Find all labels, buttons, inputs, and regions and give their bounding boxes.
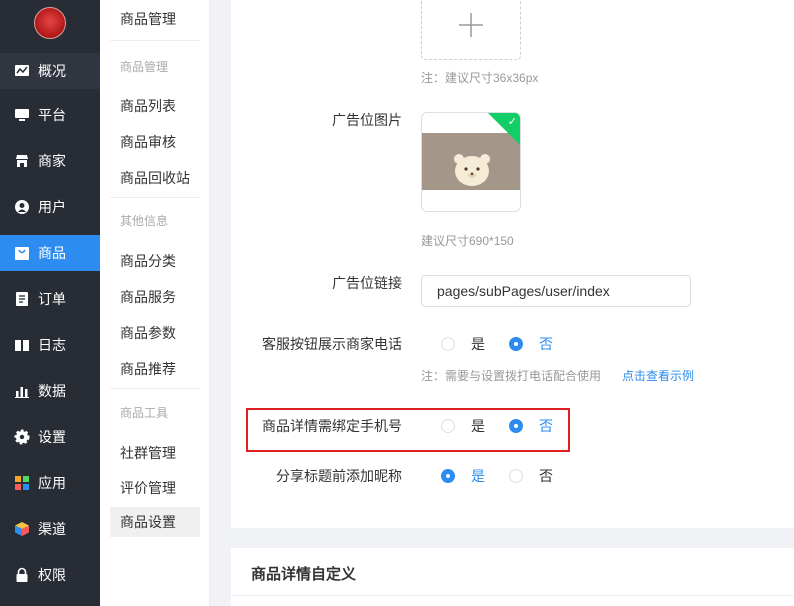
radio-dot: [441, 337, 455, 351]
sub-nav-group-label: 商品管理: [120, 60, 169, 74]
sub-nav-item-goods-list[interactable]: 商品列表: [120, 96, 176, 116]
ad-link-input[interactable]: pages/subPages/user/index: [421, 275, 691, 307]
nav-item-overview[interactable]: 概况: [0, 53, 100, 89]
radio-dot: [509, 469, 523, 483]
nav-item-log[interactable]: 日志: [0, 327, 100, 363]
nav-item-goods[interactable]: 商品: [0, 235, 100, 271]
nav-item-user[interactable]: 用户: [0, 189, 100, 225]
nav-item-settings[interactable]: 设置: [0, 419, 100, 455]
detail-custom-card: 商品详情自定义: [231, 548, 794, 606]
share-nick-label: 分享标题前添加昵称: [276, 468, 402, 484]
nav-item-label: 商家: [38, 153, 66, 169]
logo-area: [0, 0, 100, 46]
service-phone-yes-radio[interactable]: 是: [441, 334, 485, 354]
goods-icon: [14, 245, 30, 261]
radio-dot: [509, 337, 523, 351]
share-nick-yes-radio[interactable]: 是: [441, 466, 485, 486]
sub-nav-title: 商品管理: [120, 11, 176, 27]
radio-label: 是: [471, 468, 485, 484]
ad-image-label: 广告位图片: [332, 112, 402, 128]
overview-icon: [14, 63, 30, 79]
nav-item-label: 商品: [38, 245, 66, 261]
sub-nav: 商品管理 商品管理 商品列表 商品审核 商品回收站 其他信息 商品分类 商品服务…: [100, 0, 210, 606]
sub-nav-item-goods-review[interactable]: 商品审核: [120, 132, 176, 152]
check-icon: ✓: [507, 116, 517, 128]
nav-item-label: 日志: [38, 337, 66, 353]
icon-upload-box[interactable]: [421, 0, 521, 60]
nav-item-label: 设置: [38, 429, 66, 445]
radio-dot: [441, 469, 455, 483]
sub-nav-item-recommend[interactable]: 商品推荐: [120, 359, 176, 379]
platform-icon: [14, 107, 30, 123]
merchant-icon: [14, 153, 30, 169]
divider: [231, 595, 794, 596]
sub-nav-item-community[interactable]: 社群管理: [120, 443, 176, 463]
plus-icon: [459, 13, 483, 37]
sub-nav-item-recycle-bin[interactable]: 商品回收站: [120, 168, 190, 188]
nav-item-label: 数据: [38, 383, 66, 399]
nav-item-merchant[interactable]: 商家: [0, 143, 100, 179]
nav-item-order[interactable]: 订单: [0, 281, 100, 317]
nav-item-label: 权限: [38, 567, 66, 583]
nav-item-label: 概况: [38, 63, 66, 79]
nav-item-label: 渠道: [38, 521, 66, 537]
sub-nav-group-label: 其他信息: [120, 214, 169, 228]
radio-label: 否: [539, 468, 553, 484]
ad-link-label: 广告位链接: [332, 275, 402, 291]
nav-item-apps[interactable]: 应用: [0, 465, 100, 501]
radio-label: 否: [539, 336, 553, 352]
apps-icon: [14, 475, 30, 491]
sub-nav-item-params[interactable]: 商品参数: [120, 323, 176, 343]
order-icon: [14, 291, 30, 307]
icon-size-hint: 注：建议尺寸36x36px: [421, 71, 539, 85]
nav-item-channel[interactable]: 渠道: [0, 511, 100, 547]
nav-item-platform[interactable]: 平台: [0, 97, 100, 133]
settings-icon: [14, 429, 30, 445]
user-icon: [14, 199, 30, 215]
ad-image-size-hint: 建议尺寸690*150: [421, 234, 514, 248]
nav-item-label: 应用: [38, 475, 66, 491]
highlight-box: [246, 408, 570, 452]
nav-item-data[interactable]: 数据: [0, 373, 100, 409]
divider: [110, 388, 200, 389]
section-title: 商品详情自定义: [251, 566, 357, 583]
sub-nav-group-label: 商品工具: [120, 406, 169, 420]
ad-image-thumbnail[interactable]: ✓: [421, 112, 521, 212]
nav-item-label: 用户: [38, 199, 66, 215]
divider: [110, 197, 200, 198]
lock-icon: [14, 567, 30, 583]
service-phone-label: 客服按钮展示商家电话: [262, 336, 402, 352]
log-icon: [14, 337, 30, 353]
sub-nav-item-reviews[interactable]: 评价管理: [120, 478, 176, 498]
nav-item-label: 订单: [38, 291, 66, 307]
sub-nav-item-goods-settings[interactable]: 商品设置: [110, 507, 200, 537]
service-phone-no-radio[interactable]: 否: [509, 334, 553, 354]
sub-nav-item-category[interactable]: 商品分类: [120, 251, 176, 271]
channel-icon: [14, 521, 30, 537]
data-icon: [14, 383, 30, 399]
sub-nav-item-service[interactable]: 商品服务: [120, 287, 176, 307]
nav-item-permission[interactable]: 权限: [0, 557, 100, 593]
service-phone-hint: 注：需要与设置拨打电话配合使用: [421, 369, 602, 383]
logo: [34, 7, 66, 39]
main-nav: 概况 平台 商家 用户 商品 订单 日志 数据 设置 应用 渠道 权限: [0, 0, 100, 606]
share-nick-no-radio[interactable]: 否: [509, 466, 553, 486]
divider: [110, 40, 200, 41]
nav-item-label: 平台: [38, 107, 66, 123]
radio-label: 是: [471, 336, 485, 352]
view-example-link[interactable]: 点击查看示例: [622, 367, 694, 384]
